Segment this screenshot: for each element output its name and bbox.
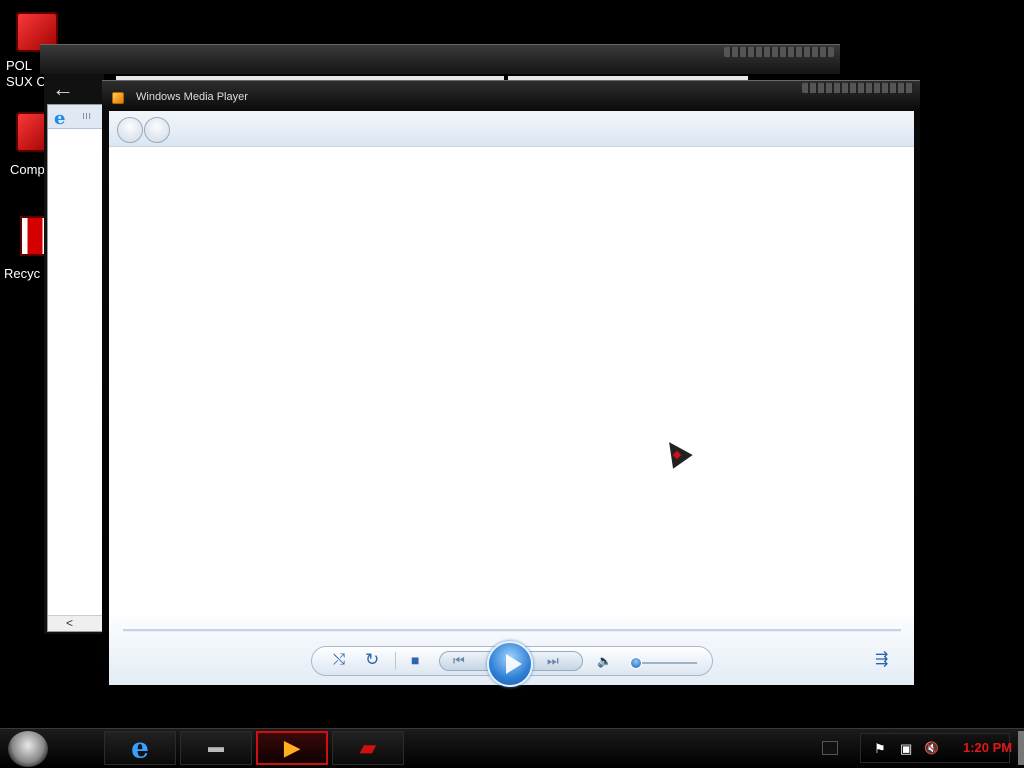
play-button[interactable]	[487, 641, 533, 687]
next-icon[interactable]: ⏭	[547, 652, 559, 670]
separator	[395, 652, 396, 670]
scroll-left-icon[interactable]: <	[66, 616, 73, 630]
internet-explorer-icon: e	[131, 731, 149, 765]
wmp-caption-buttons-icon[interactable]	[802, 83, 914, 93]
background-window-titlebar[interactable]	[40, 44, 840, 74]
back-button[interactable]	[117, 117, 143, 143]
start-button[interactable]	[8, 731, 48, 767]
taskbar-button-internet-explorer[interactable]: e	[104, 731, 176, 765]
shuffle-icon[interactable]: ⤭	[333, 651, 345, 669]
horizontal-scrollbar[interactable]: <	[48, 615, 104, 631]
taskbar-button-file-explorer[interactable]: ▬	[180, 731, 252, 765]
media-player-icon	[112, 92, 124, 104]
ie-window-content: e ııı <	[47, 104, 104, 632]
switch-view-icon[interactable]: ⇶	[875, 651, 888, 669]
network-icon[interactable]: ▣	[900, 741, 912, 757]
mute-icon[interactable]: 🔈	[597, 652, 612, 670]
action-center-flag-icon[interactable]: ⚑	[874, 741, 886, 757]
volume-muted-icon[interactable]: 🔇	[924, 741, 939, 755]
ie-tab[interactable]: e ııı	[48, 105, 104, 129]
taskbar-clock[interactable]: 1:20 PM	[963, 740, 1012, 755]
file-explorer-icon: ▬	[208, 739, 224, 756]
wmp-client-area: ⤭ ↻ ■ ⏮ ⏭ 🔈 ⇶	[109, 111, 914, 687]
caption-buttons-icon[interactable]	[724, 47, 834, 57]
wmp-window-title: Windows Media Player	[136, 91, 248, 103]
alienware-app-icon: ▰	[360, 737, 376, 760]
ie-tab-text: ııı	[82, 110, 92, 122]
back-arrow-icon[interactable]: ←	[52, 76, 74, 102]
previous-icon[interactable]: ⏮	[453, 652, 465, 670]
playback-controls: ⤭ ↻ ■ ⏮ ⏭ 🔈 ⇶	[109, 617, 914, 687]
taskbar-end-cap	[1018, 731, 1024, 765]
repeat-icon[interactable]: ↻	[365, 651, 379, 669]
wmp-window: Windows Media Player ⤭ ↻ ■ ⏮ ⏭ 🔈 ⇶	[102, 80, 920, 690]
taskbar-button-alienware[interactable]: ▰	[332, 731, 404, 765]
wmp-toolbar	[109, 111, 914, 147]
seek-bar[interactable]	[123, 629, 901, 632]
media-player-icon: ▶	[284, 737, 300, 760]
play-icon	[506, 654, 522, 674]
taskbar-button-windows-media-player[interactable]: ▶	[256, 731, 328, 765]
wmp-library-pane[interactable]	[109, 147, 914, 617]
forward-button[interactable]	[144, 117, 170, 143]
taskbar: e ▬ ▶ ▰ ⚑ ▣ 🔇 1:20 PM	[0, 728, 1024, 768]
internet-explorer-icon: e	[54, 108, 66, 129]
system-tray: ⚑ ▣ 🔇 1:20 PM	[850, 729, 1020, 768]
stop-icon[interactable]: ■	[411, 651, 419, 669]
show-desktop-button[interactable]	[822, 741, 838, 755]
